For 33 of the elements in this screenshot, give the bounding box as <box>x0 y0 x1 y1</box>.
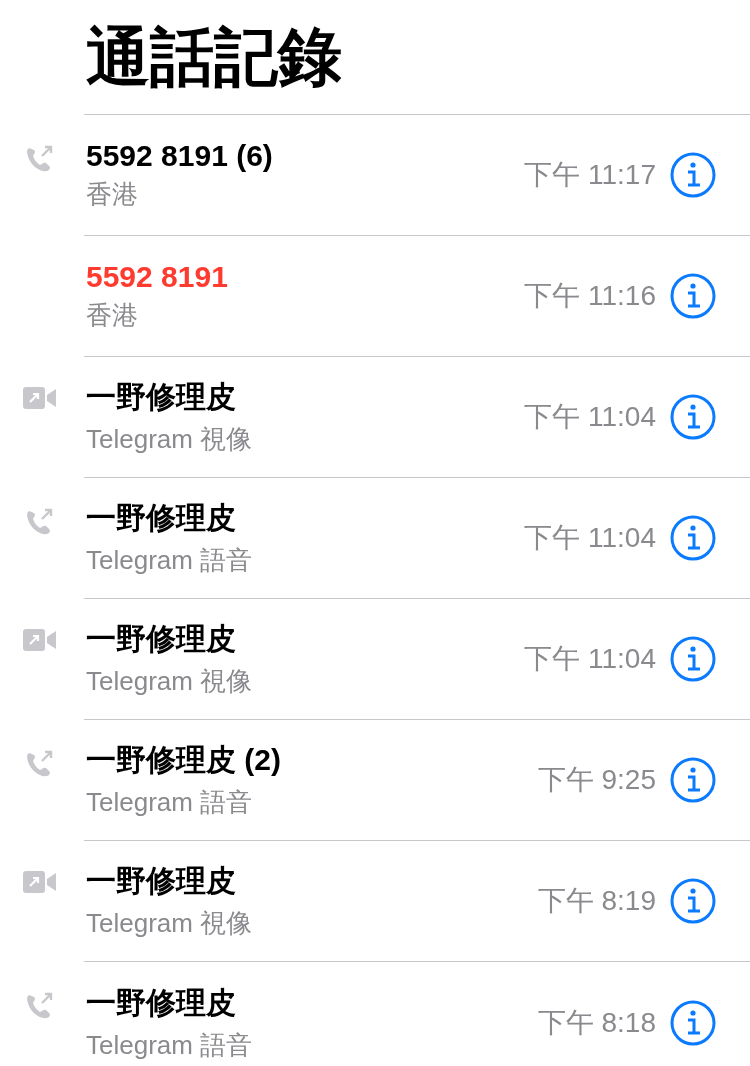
call-time: 下午 8:18 <box>537 1005 656 1040</box>
caller-name: 5592 8191 <box>86 259 229 294</box>
call-time: 下午 9:25 <box>537 763 656 797</box>
info-icon[interactable] <box>670 273 716 319</box>
call-type-label: Telegram 視像 <box>86 665 254 698</box>
call-time: 下午 11:04 <box>524 521 656 555</box>
caller-name: 一野修理皮 <box>86 863 237 899</box>
caller-name: 一野修理皮 <box>86 500 237 536</box>
call-type-label: Telegram 視像 <box>86 907 254 940</box>
call-type-label: Telegram 語音 <box>86 786 254 819</box>
caller-name: 一野修理皮 <box>86 379 237 415</box>
page-title: 通話記錄 <box>86 18 342 96</box>
info-icon[interactable] <box>670 757 716 803</box>
info-icon[interactable] <box>670 152 716 198</box>
call-type-label: Telegram 語音 <box>86 1028 254 1062</box>
call-time: 下午 11:16 <box>524 279 656 313</box>
call-type-label: Telegram 語音 <box>86 544 254 577</box>
info-icon[interactable] <box>670 515 716 561</box>
call-time: 下午 8:19 <box>537 884 656 918</box>
caller-name: 一野修理皮 <box>86 984 237 1021</box>
call-time: 下午 11:17 <box>524 158 656 192</box>
call-type-label: 香港 <box>86 298 139 332</box>
call-type-label: 香港 <box>86 177 139 211</box>
info-icon[interactable] <box>670 394 716 440</box>
call-time: 下午 11:04 <box>524 400 656 434</box>
info-icon[interactable] <box>670 999 716 1046</box>
caller-name: 5592 8191 (6) <box>86 138 274 173</box>
caller-name: 一野修理皮 (2) <box>86 742 282 778</box>
call-time: 下午 11:04 <box>524 642 656 676</box>
caller-name: 一野修理皮 <box>86 621 237 657</box>
call-type-label: Telegram 視像 <box>86 423 254 456</box>
info-icon[interactable] <box>670 636 716 682</box>
info-icon[interactable] <box>670 878 716 924</box>
